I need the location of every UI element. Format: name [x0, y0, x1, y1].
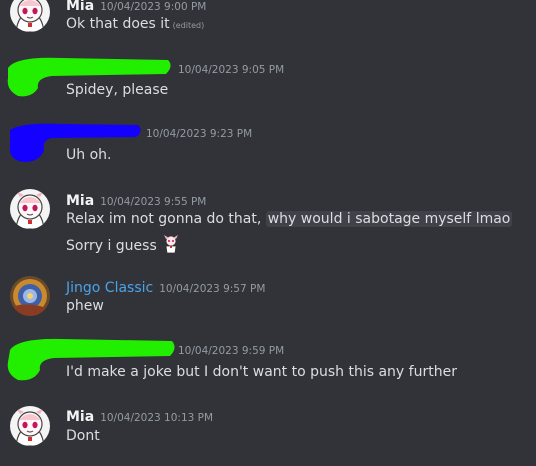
- custom-emoji-icon[interactable]: [161, 234, 181, 258]
- timestamp[interactable]: 10/04/2023 9:00 PM: [100, 1, 206, 13]
- author-name[interactable]: Mia: [66, 193, 94, 209]
- jingo-classic-avatar[interactable]: [10, 276, 50, 316]
- mia-avatar[interactable]: [10, 0, 50, 32]
- highlighted-text: why would i sabotage myself lmao: [265, 211, 513, 227]
- message-text: Dont: [66, 428, 100, 444]
- edited-label: (edited): [172, 21, 205, 30]
- message-text: Spidey, please: [66, 82, 169, 98]
- timestamp[interactable]: 10/04/2023 9:23 PM: [146, 128, 252, 140]
- timestamp[interactable]: 10/04/2023 9:57 PM: [159, 283, 265, 295]
- message-text: Sorry i guess: [66, 234, 181, 258]
- timestamp[interactable]: 10/04/2023 10:13 PM: [100, 412, 213, 424]
- author-name[interactable]: Mia: [66, 409, 94, 425]
- message-text: phew: [66, 298, 104, 314]
- timestamp[interactable]: 10/04/2023 9:05 PM: [178, 64, 284, 76]
- mia-avatar[interactable]: [10, 406, 50, 446]
- message-text: Relax im not gonna do that, why would i …: [66, 211, 513, 227]
- timestamp[interactable]: 10/04/2023 9:55 PM: [100, 196, 206, 208]
- mia-avatar[interactable]: [10, 189, 50, 229]
- message-text: Uh oh.: [66, 147, 112, 163]
- author-name[interactable]: Jingo Classic: [66, 280, 153, 296]
- timestamp[interactable]: 10/04/2023 9:59 PM: [178, 345, 284, 357]
- message-text: Ok that does it (edited): [66, 16, 205, 32]
- message-text: I'd make a joke but I don't want to push…: [66, 364, 457, 380]
- author-name[interactable]: Mia: [66, 0, 94, 14]
